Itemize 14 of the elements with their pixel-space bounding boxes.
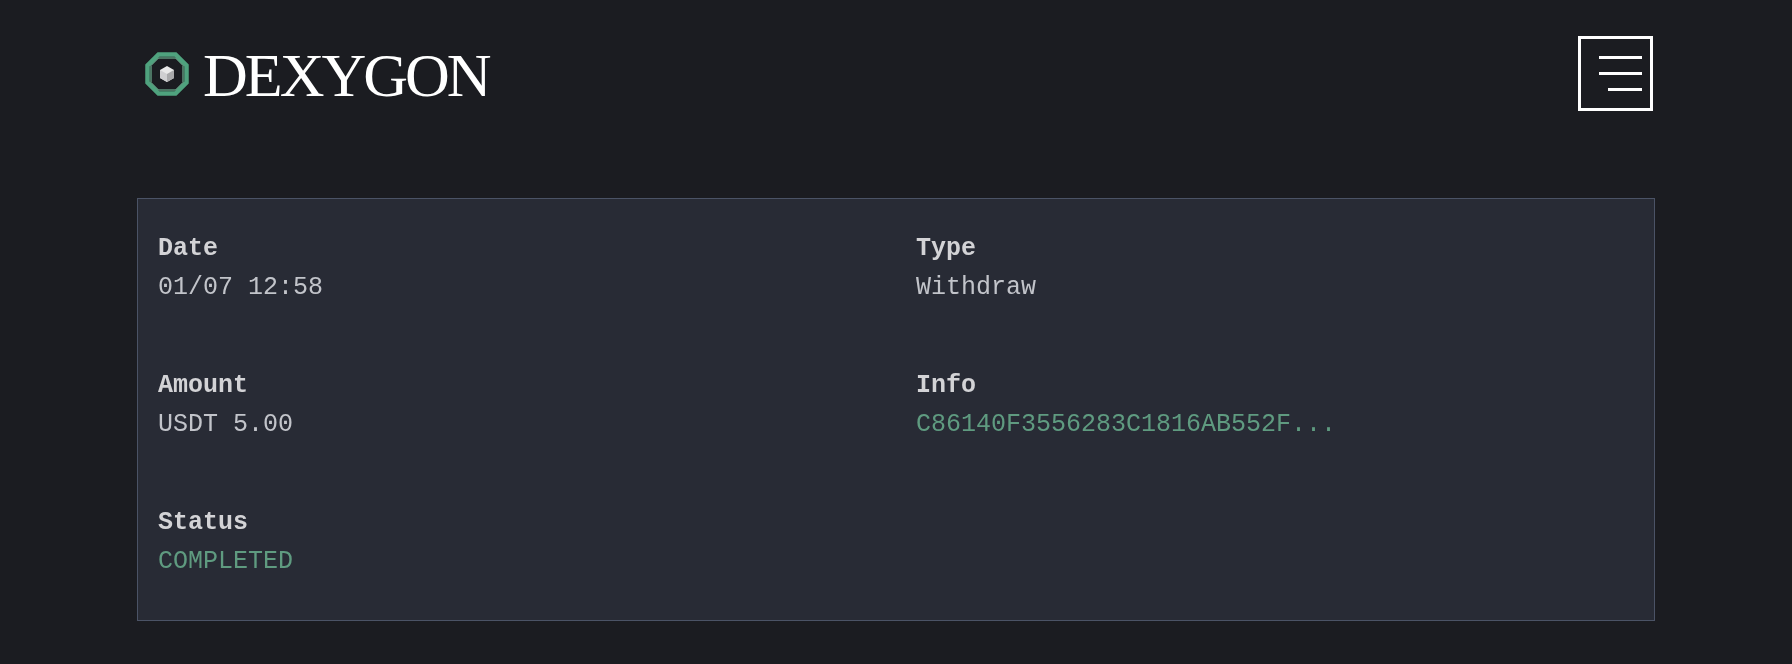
field-value: Withdraw <box>916 272 1037 304</box>
info-link[interactable]: C86140F3556283C1816AB552F... <box>916 409 1337 441</box>
field-label: Status <box>158 507 248 539</box>
status-value: COMPLETED <box>158 546 294 578</box>
field-label: Info <box>916 370 976 402</box>
menu-button[interactable] <box>1578 36 1653 111</box>
field-label: Date <box>158 233 218 265</box>
field-value: USDT 5.00 <box>158 409 294 441</box>
logo-text: DEXYGON <box>203 41 489 106</box>
field-label: Type <box>916 233 976 265</box>
menu-icon <box>1599 56 1642 91</box>
field-label: Amount <box>158 370 248 402</box>
field-value: 01/07 12:58 <box>158 272 324 304</box>
logo-icon <box>145 51 189 96</box>
